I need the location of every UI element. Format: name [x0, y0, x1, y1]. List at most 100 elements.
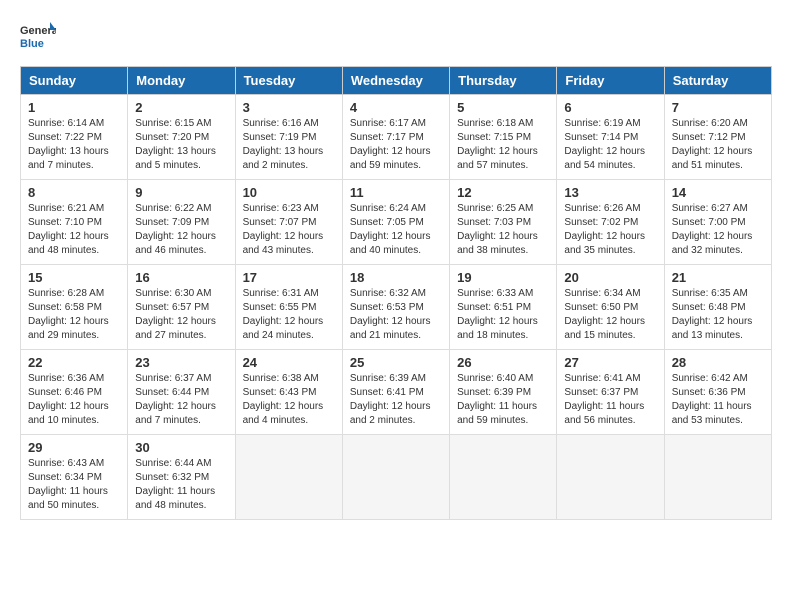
calendar-day: 13 Sunrise: 6:26 AM Sunset: 7:02 PM Dayli…: [557, 180, 664, 265]
calendar-header-row: SundayMondayTuesdayWednesdayThursdayFrid…: [21, 67, 772, 95]
day-info: Sunrise: 6:38 AM Sunset: 6:43 PM Dayligh…: [243, 372, 335, 428]
calendar-day: 23Sunrise: 6:37 AM Sunset: 6:44 PM Dayli…: [128, 350, 235, 435]
day-number: 16: [135, 270, 227, 285]
calendar-day: 12 Sunrise: 6:25 AM Sunset: 7:03 PM Dayli…: [450, 180, 557, 265]
calendar-day: 16 Sunrise: 6:30 AM Sunset: 6:57 PM Dayli…: [128, 265, 235, 350]
day-number: 29: [28, 440, 120, 455]
day-number: 23: [135, 355, 227, 370]
day-number: 27: [564, 355, 656, 370]
day-number: 7: [672, 100, 764, 115]
day-info: Sunrise: 6:21 AM Sunset: 7:10 PM Dayligh…: [28, 202, 120, 258]
day-info: Sunrise: 6:33 AM Sunset: 6:51 PM Dayligh…: [457, 287, 549, 343]
calendar-day: 3 Sunrise: 6:16 AM Sunset: 7:19 PM Daylig…: [235, 95, 342, 180]
day-number: 9: [135, 185, 227, 200]
day-info: Sunrise: 6:27 AM Sunset: 7:00 PM Dayligh…: [672, 202, 764, 258]
day-info: Sunrise: 6:44 AM Sunset: 6:32 PM Dayligh…: [135, 457, 227, 513]
day-info: Sunrise: 6:42 AM Sunset: 6:36 PM Dayligh…: [672, 372, 764, 428]
day-info: Sunrise: 6:20 AM Sunset: 7:12 PM Dayligh…: [672, 117, 764, 173]
page-header: General Blue: [20, 20, 772, 56]
day-info: Sunrise: 6:18 AM Sunset: 7:15 PM Dayligh…: [457, 117, 549, 173]
calendar-day: 9Sunrise: 6:22 AM Sunset: 7:09 PM Daylig…: [128, 180, 235, 265]
day-number: 21: [672, 270, 764, 285]
day-number: 14: [672, 185, 764, 200]
calendar-day: [450, 435, 557, 520]
calendar-week-row: 22Sunrise: 6:36 AM Sunset: 6:46 PM Dayli…: [21, 350, 772, 435]
day-number: 11: [350, 185, 442, 200]
day-info: Sunrise: 6:26 AM Sunset: 7:02 PM Dayligh…: [564, 202, 656, 258]
calendar-day: 24 Sunrise: 6:38 AM Sunset: 6:43 PM Dayli…: [235, 350, 342, 435]
day-info: Sunrise: 6:14 AM Sunset: 7:22 PM Dayligh…: [28, 117, 120, 173]
day-number: 8: [28, 185, 120, 200]
day-number: 1: [28, 100, 120, 115]
calendar-week-row: 15 Sunrise: 6:28 AM Sunset: 6:58 PM Dayli…: [21, 265, 772, 350]
calendar-day: 14 Sunrise: 6:27 AM Sunset: 7:00 PM Dayli…: [664, 180, 771, 265]
day-info: Sunrise: 6:16 AM Sunset: 7:19 PM Dayligh…: [243, 117, 335, 173]
calendar-day: 11Sunrise: 6:24 AM Sunset: 7:05 PM Dayli…: [342, 180, 449, 265]
calendar-day: 21 Sunrise: 6:35 AM Sunset: 6:48 PM Dayli…: [664, 265, 771, 350]
calendar-day: [342, 435, 449, 520]
calendar-body: 1 Sunrise: 6:14 AM Sunset: 7:22 PM Daylig…: [21, 95, 772, 520]
calendar-day: [664, 435, 771, 520]
day-number: 19: [457, 270, 549, 285]
calendar-day: 7 Sunrise: 6:20 AM Sunset: 7:12 PM Daylig…: [664, 95, 771, 180]
calendar-day: 29Sunrise: 6:43 AM Sunset: 6:34 PM Dayli…: [21, 435, 128, 520]
calendar-header-thursday: Thursday: [450, 67, 557, 95]
calendar-day: 15 Sunrise: 6:28 AM Sunset: 6:58 PM Dayli…: [21, 265, 128, 350]
day-number: 26: [457, 355, 549, 370]
calendar-day: [235, 435, 342, 520]
calendar-header-wednesday: Wednesday: [342, 67, 449, 95]
day-number: 15: [28, 270, 120, 285]
day-info: Sunrise: 6:30 AM Sunset: 6:57 PM Dayligh…: [135, 287, 227, 343]
day-number: 10: [243, 185, 335, 200]
day-number: 17: [243, 270, 335, 285]
calendar-day: 17 Sunrise: 6:31 AM Sunset: 6:55 PM Dayli…: [235, 265, 342, 350]
calendar-day: 28 Sunrise: 6:42 AM Sunset: 6:36 PM Dayli…: [664, 350, 771, 435]
day-number: 20: [564, 270, 656, 285]
calendar-header-tuesday: Tuesday: [235, 67, 342, 95]
day-number: 2: [135, 100, 227, 115]
calendar-day: 8 Sunrise: 6:21 AM Sunset: 7:10 PM Daylig…: [21, 180, 128, 265]
calendar-day: 2 Sunrise: 6:15 AM Sunset: 7:20 PM Daylig…: [128, 95, 235, 180]
day-number: 3: [243, 100, 335, 115]
day-info: Sunrise: 6:15 AM Sunset: 7:20 PM Dayligh…: [135, 117, 227, 173]
logo-svg: General Blue: [20, 20, 56, 56]
calendar-day: 4Sunrise: 6:17 AM Sunset: 7:17 PM Daylig…: [342, 95, 449, 180]
day-number: 30: [135, 440, 227, 455]
day-info: Sunrise: 6:25 AM Sunset: 7:03 PM Dayligh…: [457, 202, 549, 258]
day-info: Sunrise: 6:35 AM Sunset: 6:48 PM Dayligh…: [672, 287, 764, 343]
day-info: Sunrise: 6:28 AM Sunset: 6:58 PM Dayligh…: [28, 287, 120, 343]
day-number: 28: [672, 355, 764, 370]
calendar-table: SundayMondayTuesdayWednesdayThursdayFrid…: [20, 66, 772, 520]
calendar-day: [557, 435, 664, 520]
calendar-week-row: 1 Sunrise: 6:14 AM Sunset: 7:22 PM Daylig…: [21, 95, 772, 180]
day-number: 24: [243, 355, 335, 370]
calendar-day: 22Sunrise: 6:36 AM Sunset: 6:46 PM Dayli…: [21, 350, 128, 435]
day-number: 25: [350, 355, 442, 370]
day-info: Sunrise: 6:40 AM Sunset: 6:39 PM Dayligh…: [457, 372, 549, 428]
day-info: Sunrise: 6:39 AM Sunset: 6:41 PM Dayligh…: [350, 372, 442, 428]
calendar-header-monday: Monday: [128, 67, 235, 95]
calendar-day: 20 Sunrise: 6:34 AM Sunset: 6:50 PM Dayli…: [557, 265, 664, 350]
calendar-day: 10 Sunrise: 6:23 AM Sunset: 7:07 PM Dayli…: [235, 180, 342, 265]
logo: General Blue: [20, 20, 56, 56]
calendar-day: 26 Sunrise: 6:40 AM Sunset: 6:39 PM Dayli…: [450, 350, 557, 435]
calendar-week-row: 29Sunrise: 6:43 AM Sunset: 6:34 PM Dayli…: [21, 435, 772, 520]
day-info: Sunrise: 6:36 AM Sunset: 6:46 PM Dayligh…: [28, 372, 120, 428]
day-number: 6: [564, 100, 656, 115]
calendar-header-sunday: Sunday: [21, 67, 128, 95]
calendar-day: 6 Sunrise: 6:19 AM Sunset: 7:14 PM Daylig…: [557, 95, 664, 180]
day-number: 18: [350, 270, 442, 285]
day-info: Sunrise: 6:19 AM Sunset: 7:14 PM Dayligh…: [564, 117, 656, 173]
calendar-day: 25 Sunrise: 6:39 AM Sunset: 6:41 PM Dayli…: [342, 350, 449, 435]
day-info: Sunrise: 6:31 AM Sunset: 6:55 PM Dayligh…: [243, 287, 335, 343]
day-info: Sunrise: 6:23 AM Sunset: 7:07 PM Dayligh…: [243, 202, 335, 258]
calendar-day: 27Sunrise: 6:41 AM Sunset: 6:37 PM Dayli…: [557, 350, 664, 435]
svg-text:Blue: Blue: [20, 38, 44, 50]
calendar-week-row: 8 Sunrise: 6:21 AM Sunset: 7:10 PM Daylig…: [21, 180, 772, 265]
day-number: 4: [350, 100, 442, 115]
calendar-header-saturday: Saturday: [664, 67, 771, 95]
calendar-day: 30 Sunrise: 6:44 AM Sunset: 6:32 PM Dayli…: [128, 435, 235, 520]
day-number: 13: [564, 185, 656, 200]
day-number: 12: [457, 185, 549, 200]
day-info: Sunrise: 6:34 AM Sunset: 6:50 PM Dayligh…: [564, 287, 656, 343]
